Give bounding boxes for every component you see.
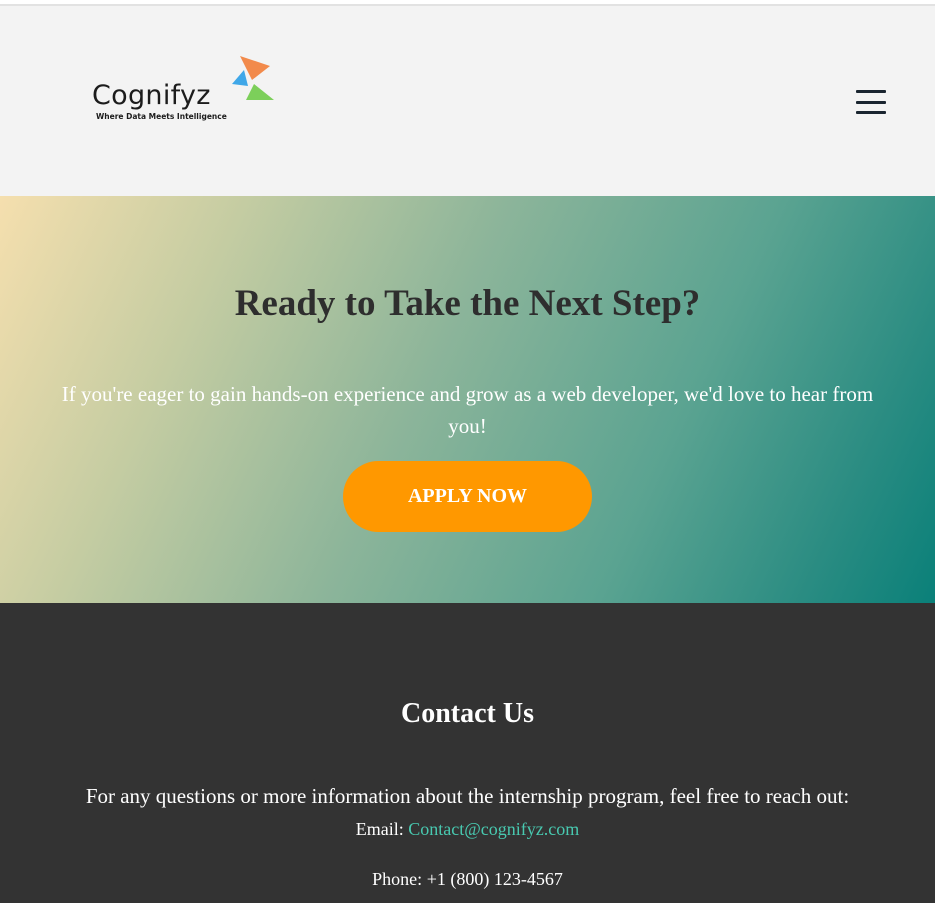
site-header: Cognifyz Where Data Meets Intelligence xyxy=(0,6,935,196)
hero-description: If you're eager to gain hands-on experie… xyxy=(61,382,874,438)
hamburger-line xyxy=(856,100,886,104)
logo-tagline: Where Data Meets Intelligence xyxy=(96,112,227,121)
hamburger-line xyxy=(856,111,886,114)
logo-triangles-icon xyxy=(232,56,274,100)
contact-email-line: Email: Contact@cognifyz.com xyxy=(0,819,935,840)
cta-hero-section: Ready to Take the Next Step? If you're e… xyxy=(0,196,935,603)
hero-title: Ready to Take the Next Step? xyxy=(234,283,701,324)
contact-title: Contact Us xyxy=(401,698,534,729)
contact-footer: Contact Us For any questions or more inf… xyxy=(0,603,935,903)
logo-wordmark: Cognifyz xyxy=(92,80,211,111)
phone-label: Phone: xyxy=(372,869,423,889)
contact-phone-line: Phone: +1 (800) 123-4567 xyxy=(0,869,935,890)
email-link[interactable]: Contact@cognifyz.com xyxy=(408,819,579,839)
cognifyz-logo[interactable]: Cognifyz Where Data Meets Intelligence xyxy=(90,56,280,128)
hamburger-menu-icon[interactable] xyxy=(853,88,889,116)
apply-now-button[interactable]: APPLY NOW xyxy=(343,461,592,532)
phone-number: +1 (800) 123-4567 xyxy=(426,869,563,889)
email-label: Email: xyxy=(355,819,404,839)
hamburger-line xyxy=(856,90,886,93)
contact-intro: For any questions or more information ab… xyxy=(85,784,850,808)
